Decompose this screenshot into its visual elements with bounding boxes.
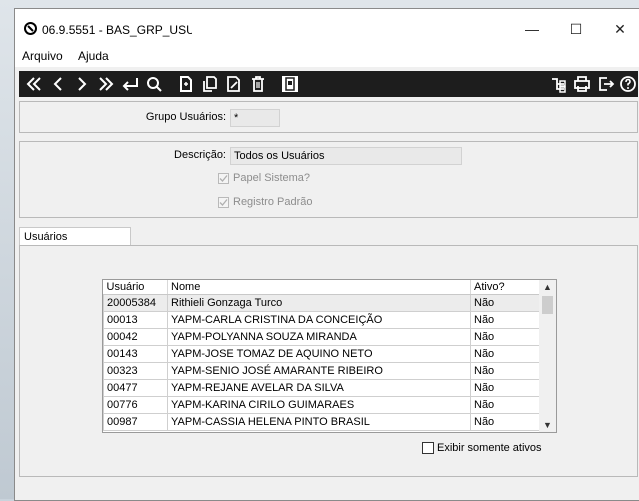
usuarios-grid: Usuário Nome Ativo? 20005384 Rithieli Go… bbox=[102, 279, 557, 433]
new-icon[interactable] bbox=[175, 73, 197, 95]
delete-icon[interactable] bbox=[247, 73, 269, 95]
papel-sistema-checkbox[interactable] bbox=[218, 173, 229, 184]
tab-usuarios[interactable]: Usuários bbox=[19, 227, 131, 245]
window-title: 06.9.5551 - BAS_GRP_USUAF bbox=[42, 23, 192, 37]
search-icon[interactable] bbox=[143, 73, 165, 95]
grupo-usuarios-field[interactable]: * bbox=[230, 109, 280, 127]
table-row[interactable]: 00143 YAPM-JOSE TOMAZ DE AQUINO NETO Não bbox=[103, 345, 541, 363]
menu-arquivo[interactable]: Arquivo bbox=[22, 49, 63, 63]
usuarios-table: Usuário Nome Ativo? 20005384 Rithieli Go… bbox=[103, 280, 541, 431]
minimize-button[interactable]: — bbox=[512, 15, 552, 43]
next-icon[interactable] bbox=[71, 73, 93, 95]
table-row[interactable]: 00013 YAPM-CARLA CRISTINA DA CONCEIÇÃO N… bbox=[103, 311, 541, 329]
paste-icon[interactable] bbox=[279, 73, 301, 95]
cell-usuario[interactable]: 00987 bbox=[103, 413, 168, 431]
checkmark-icon bbox=[219, 199, 228, 206]
copy-icon[interactable] bbox=[199, 73, 221, 95]
grupo-panel: Grupo Usuários: * bbox=[19, 101, 638, 133]
return-icon[interactable] bbox=[119, 73, 141, 95]
cell-nome[interactable]: YAPM-JOSE TOMAZ DE AQUINO NETO bbox=[167, 345, 471, 363]
cell-usuario[interactable]: 00776 bbox=[103, 396, 168, 414]
descricao-label: Descrição: bbox=[174, 149, 226, 161]
cell-nome[interactable]: YAPM-CASSIA HELENA PINTO BRASIL bbox=[167, 413, 471, 431]
desktop-background-top bbox=[0, 0, 639, 8]
table-row[interactable]: 00042 YAPM-POLYANNA SOUZA MIRANDA Não bbox=[103, 328, 541, 346]
papel-sistema-label: Papel Sistema? bbox=[233, 172, 311, 184]
cell-nome[interactable]: YAPM-SENIO JOSÉ AMARANTE RIBEIRO bbox=[167, 362, 471, 380]
table-row[interactable]: 00323 YAPM-SENIO JOSÉ AMARANTE RIBEIRO N… bbox=[103, 362, 541, 380]
close-button[interactable]: ✕ bbox=[600, 15, 639, 43]
tree-icon[interactable] bbox=[547, 73, 569, 95]
scroll-up-icon[interactable]: ▲ bbox=[539, 280, 556, 294]
cell-nome[interactable]: Rithieli Gonzaga Turco bbox=[167, 294, 471, 312]
app-window: 06.9.5551 - BAS_GRP_USUAF — ☐ ✕ Arquivo … bbox=[14, 8, 639, 501]
toolbar bbox=[19, 71, 638, 97]
table-row[interactable]: 00477 YAPM-REJANE AVELAR DA SILVA Não bbox=[103, 379, 541, 397]
cell-usuario[interactable]: 00477 bbox=[103, 379, 168, 397]
column-header-usuario[interactable]: Usuário bbox=[103, 280, 168, 295]
cell-usuario[interactable]: 00323 bbox=[103, 362, 168, 380]
maximize-button[interactable]: ☐ bbox=[556, 15, 596, 43]
scroll-thumb[interactable] bbox=[542, 296, 553, 314]
scroll-down-icon[interactable]: ▼ bbox=[539, 418, 556, 432]
cell-nome[interactable]: YAPM-CARLA CRISTINA DA CONCEIÇÃO bbox=[167, 311, 471, 329]
cell-nome[interactable]: YAPM-REJANE AVELAR DA SILVA bbox=[167, 379, 471, 397]
cell-usuario[interactable]: 20005384 bbox=[103, 294, 168, 312]
table-row[interactable]: 00776 YAPM-KARINA CIRILO GUIMARAES Não bbox=[103, 396, 541, 414]
menu-bar: Arquivo Ajuda bbox=[15, 45, 639, 67]
exit-icon[interactable] bbox=[595, 73, 617, 95]
registro-padrao-checkbox[interactable] bbox=[218, 197, 229, 208]
descricao-panel: Descrição: Todos os Usuários Papel Siste… bbox=[19, 141, 638, 218]
cell-ativo[interactable]: Não bbox=[470, 413, 541, 431]
desktop-background-left bbox=[0, 0, 14, 499]
grupo-usuarios-label: Grupo Usuários: bbox=[145, 111, 226, 123]
table-header-row: Usuário Nome Ativo? bbox=[103, 280, 541, 295]
column-header-ativo[interactable]: Ativo? bbox=[470, 280, 541, 295]
cell-ativo[interactable]: Não bbox=[470, 294, 541, 312]
checkmark-icon bbox=[219, 175, 228, 182]
grid-scrollbar[interactable]: ▲ ▼ bbox=[539, 280, 556, 432]
first-icon[interactable] bbox=[23, 73, 45, 95]
cell-ativo[interactable]: Não bbox=[470, 379, 541, 397]
cell-ativo[interactable]: Não bbox=[470, 311, 541, 329]
descricao-field[interactable]: Todos os Usuários bbox=[230, 147, 462, 165]
app-logo-icon bbox=[24, 22, 37, 35]
usuarios-tab-panel: Usuário Nome Ativo? 20005384 Rithieli Go… bbox=[19, 245, 638, 477]
table-row[interactable]: 00987 YAPM-CASSIA HELENA PINTO BRASIL Nã… bbox=[103, 413, 541, 431]
cell-usuario[interactable]: 00143 bbox=[103, 345, 168, 363]
table-row[interactable]: 20005384 Rithieli Gonzaga Turco Não bbox=[103, 294, 541, 312]
edit-icon[interactable] bbox=[223, 73, 245, 95]
exibir-somente-ativos-checkbox[interactable] bbox=[422, 442, 434, 454]
cell-ativo[interactable]: Não bbox=[470, 362, 541, 380]
column-header-nome[interactable]: Nome bbox=[167, 280, 471, 295]
cell-nome[interactable]: YAPM-KARINA CIRILO GUIMARAES bbox=[167, 396, 471, 414]
cell-ativo[interactable]: Não bbox=[470, 328, 541, 346]
title-bar: 06.9.5551 - BAS_GRP_USUAF — ☐ ✕ bbox=[15, 9, 639, 45]
last-icon[interactable] bbox=[95, 73, 117, 95]
print-icon[interactable] bbox=[571, 73, 593, 95]
cell-ativo[interactable]: Não bbox=[470, 345, 541, 363]
registro-padrao-label: Registro Padrão bbox=[233, 196, 313, 208]
exibir-somente-ativos-label: Exibir somente ativos bbox=[437, 442, 542, 454]
cell-usuario[interactable]: 00042 bbox=[103, 328, 168, 346]
cell-usuario[interactable]: 00013 bbox=[103, 311, 168, 329]
help-icon[interactable] bbox=[617, 73, 639, 95]
previous-icon[interactable] bbox=[47, 73, 69, 95]
cell-nome[interactable]: YAPM-POLYANNA SOUZA MIRANDA bbox=[167, 328, 471, 346]
cell-ativo[interactable]: Não bbox=[470, 396, 541, 414]
menu-ajuda[interactable]: Ajuda bbox=[78, 49, 109, 63]
